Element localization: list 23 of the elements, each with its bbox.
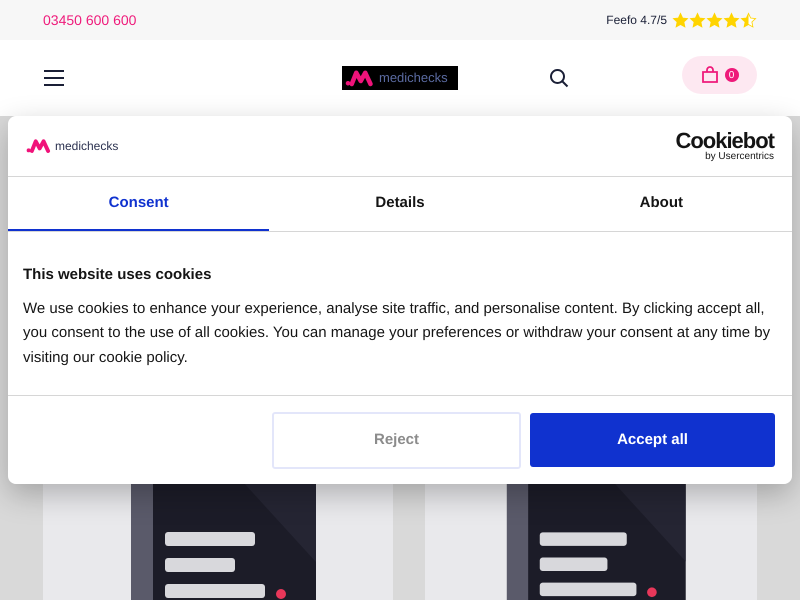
phone-link[interactable]: 03450 600 600 xyxy=(43,10,136,30)
dialog-title: This website uses cookies xyxy=(23,265,212,285)
star-icon xyxy=(672,12,689,28)
star-icon xyxy=(740,12,757,28)
dialog-tab[interactable]: Consent xyxy=(8,177,270,231)
cart-button[interactable]: 0 xyxy=(682,56,757,94)
provider-logo: Cookiebot by Usercentrics xyxy=(675,130,774,162)
logo-icon xyxy=(345,69,375,87)
accept-button[interactable]: Accept all xyxy=(530,413,775,467)
site-logo[interactable]: medichecks xyxy=(342,66,458,90)
dialog-body: We use cookies to enhance your experience, analyse site traffic, and personalise content. By clicking accept all, you consent to the use of all cookies. You can manage your preferences or withdraw your consent at any time by visiting our cookie policy. xyxy=(23,298,772,368)
menu-icon[interactable] xyxy=(43,69,65,87)
rating-label: Feefo 4.7/5 xyxy=(606,12,667,29)
dialog-tab[interactable]: About xyxy=(530,177,792,231)
dialog-tab[interactable]: Details xyxy=(269,177,531,231)
cart-count: 0 xyxy=(724,68,738,82)
star-icon xyxy=(723,12,740,28)
bag-icon xyxy=(700,66,718,84)
search-icon[interactable] xyxy=(549,68,569,88)
brand-logo: medichecks xyxy=(26,137,118,155)
star-icon xyxy=(706,12,723,28)
star-icon xyxy=(689,12,706,28)
logo-icon xyxy=(26,138,52,154)
